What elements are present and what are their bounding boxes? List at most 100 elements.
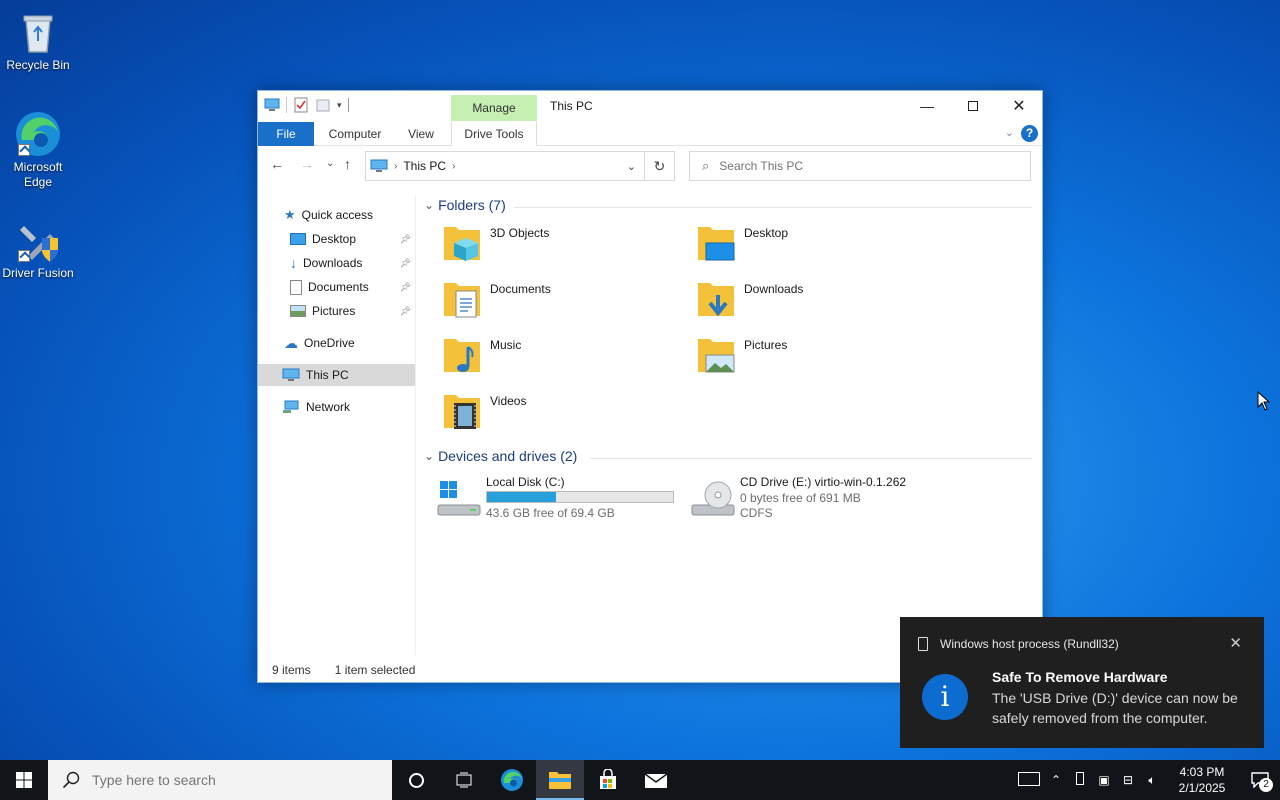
- windows-logo-icon: [16, 772, 32, 788]
- toast-close-button[interactable]: ✕: [1229, 634, 1242, 652]
- new-folder-icon[interactable]: [315, 97, 331, 113]
- taskbar-edge-button[interactable]: [488, 760, 536, 800]
- downloads-folder-icon: [698, 283, 734, 317]
- refresh-button[interactable]: ↻: [645, 151, 675, 181]
- nav-item-downloads[interactable]: ↓ Downloads 📌︎: [258, 252, 415, 274]
- pin-icon[interactable]: 📌︎: [400, 234, 411, 245]
- nav-item-quick-access[interactable]: ★ Quick access: [258, 204, 415, 226]
- meet-now-icon[interactable]: ▣: [1092, 773, 1116, 787]
- close-button[interactable]: ✕: [996, 91, 1042, 121]
- taskbar-mail-button[interactable]: [632, 760, 680, 800]
- breadcrumb-this-pc[interactable]: This PC: [403, 159, 446, 173]
- desktop-icon-label: Microsoft Edge: [13, 160, 63, 189]
- system-tray: ⌃ ▣ ⊟ 🔈︎ 4:03 PM 2/1/2025 2: [1014, 760, 1280, 800]
- folder-3d-objects[interactable]: 3D Objects: [442, 221, 692, 269]
- taskbar-file-explorer-button[interactable]: [536, 760, 584, 800]
- nav-item-label: OneDrive: [304, 336, 355, 350]
- file-explorer-window: ▾ Manage This PC — ✕ File Computer View …: [257, 90, 1043, 683]
- folders-group-header[interactable]: ⌄ Folders (7): [424, 197, 506, 213]
- pin-icon[interactable]: 📌︎: [400, 306, 411, 317]
- usb-eject-icon[interactable]: [1068, 772, 1092, 788]
- nav-item-onedrive[interactable]: ☁ OneDrive: [258, 332, 415, 354]
- pictures-folder-icon: [698, 339, 735, 373]
- back-arrow-icon[interactable]: ←: [270, 156, 284, 172]
- picture-icon: [290, 305, 306, 317]
- recent-locations-chevron-icon[interactable]: ⌄: [326, 158, 334, 169]
- search-icon: ⌕: [702, 158, 710, 173]
- tab-file[interactable]: File: [258, 122, 314, 146]
- folder-label: Documents: [490, 282, 551, 296]
- minimize-icon: —: [920, 98, 934, 114]
- task-view-button[interactable]: [440, 760, 488, 800]
- tab-view[interactable]: View: [398, 122, 444, 146]
- desktop-icon-driver-fusion[interactable]: Driver Fusion: [0, 216, 76, 281]
- taskbar-store-button[interactable]: [584, 760, 632, 800]
- show-hidden-icons-chevron-icon[interactable]: ⌃: [1044, 773, 1068, 787]
- refresh-icon: ↻: [653, 158, 666, 174]
- drive-free-space: 43.6 GB free of 69.4 GB: [486, 506, 615, 520]
- nav-item-pictures[interactable]: Pictures 📌︎: [258, 300, 415, 322]
- properties-icon[interactable]: [293, 97, 309, 113]
- search-input[interactable]: [719, 159, 1020, 173]
- volume-icon[interactable]: 🔈︎: [1140, 773, 1164, 788]
- drive-cd-e[interactable]: CD Drive (E:) virtio-win-0.1.262 0 bytes…: [690, 475, 940, 531]
- network-status-icon[interactable]: ⊟: [1116, 773, 1140, 787]
- help-button[interactable]: ?: [1021, 125, 1038, 142]
- taskbar-search-input[interactable]: [92, 772, 352, 788]
- taskbar-search-box[interactable]: [48, 760, 392, 800]
- search-box[interactable]: ⌕: [689, 151, 1031, 181]
- group-divider: [590, 458, 1032, 459]
- customize-toolbar-dropdown-icon[interactable]: ▾: [337, 100, 342, 111]
- breadcrumb-separator-icon[interactable]: ›: [452, 161, 455, 172]
- tab-computer[interactable]: Computer: [320, 122, 390, 146]
- notification-toast[interactable]: Windows host process (Rundll32) ✕ i Safe…: [900, 617, 1264, 748]
- drive-name: CD Drive (E:) virtio-win-0.1.262: [740, 475, 907, 489]
- folder-videos[interactable]: Videos: [442, 389, 692, 437]
- nav-item-documents[interactable]: Documents 📌︎: [258, 276, 415, 298]
- folder-label: Music: [490, 338, 522, 352]
- group-title: Devices and drives (2): [438, 448, 578, 464]
- cortana-button[interactable]: [392, 760, 440, 800]
- notification-count-badge: 2: [1259, 778, 1273, 792]
- touch-keyboard-icon[interactable]: [1014, 771, 1044, 789]
- nav-item-this-pc[interactable]: This PC: [258, 364, 415, 386]
- nav-item-desktop[interactable]: Desktop 📌︎: [258, 228, 415, 250]
- taskbar: ⌃ ▣ ⊟ 🔈︎ 4:03 PM 2/1/2025 2: [0, 760, 1280, 800]
- taskbar-clock[interactable]: 4:03 PM 2/1/2025: [1164, 764, 1240, 796]
- store-icon: [600, 769, 616, 789]
- maximize-button[interactable]: [950, 91, 996, 121]
- up-arrow-icon[interactable]: ↑: [344, 156, 351, 172]
- cortana-circle-icon: [408, 772, 424, 788]
- document-icon: [290, 279, 302, 295]
- title-bar[interactable]: ▾ Manage This PC — ✕: [258, 91, 1042, 122]
- folder-label: 3D Objects: [490, 226, 550, 240]
- star-icon: ★: [284, 207, 296, 222]
- folder-pictures[interactable]: Pictures: [696, 333, 946, 381]
- action-center-button[interactable]: 2: [1240, 760, 1280, 800]
- address-dropdown-icon[interactable]: ⌄: [627, 160, 636, 173]
- tab-drive-tools[interactable]: Drive Tools: [451, 122, 537, 146]
- address-bar[interactable]: › This PC › ⌄: [365, 151, 645, 181]
- folder-documents[interactable]: Documents: [442, 277, 692, 325]
- maximize-icon: [968, 101, 978, 111]
- forward-arrow-icon[interactable]: →: [300, 156, 314, 172]
- folder-music[interactable]: Music: [442, 333, 692, 381]
- music-folder-icon: [444, 339, 480, 372]
- folder-downloads[interactable]: Downloads: [696, 277, 946, 325]
- manage-tab[interactable]: Manage: [451, 95, 537, 121]
- start-button[interactable]: [0, 760, 48, 800]
- pin-icon[interactable]: 📌︎: [400, 258, 411, 269]
- expand-ribbon-icon[interactable]: ⌄: [1005, 126, 1014, 139]
- toast-app-name: Windows host process (Rundll32): [940, 637, 1119, 651]
- pin-icon[interactable]: 📌︎: [400, 282, 411, 293]
- nav-item-network[interactable]: Network: [258, 396, 415, 418]
- desktop-icon-recycle-bin[interactable]: Recycle Bin: [0, 8, 76, 73]
- cd-drive-icon: [691, 481, 735, 516]
- collapse-chevron-icon: ⌄: [424, 198, 435, 212]
- collapse-chevron-icon: ⌄: [424, 449, 435, 463]
- minimize-button[interactable]: —: [904, 91, 950, 121]
- drives-group-header[interactable]: ⌄ Devices and drives (2): [424, 448, 577, 464]
- folder-desktop[interactable]: Desktop: [696, 221, 946, 269]
- drive-local-disk-c[interactable]: Local Disk (C:) 43.6 GB free of 69.4 GB: [436, 475, 686, 531]
- desktop-icon-microsoft-edge[interactable]: Microsoft Edge: [0, 110, 76, 190]
